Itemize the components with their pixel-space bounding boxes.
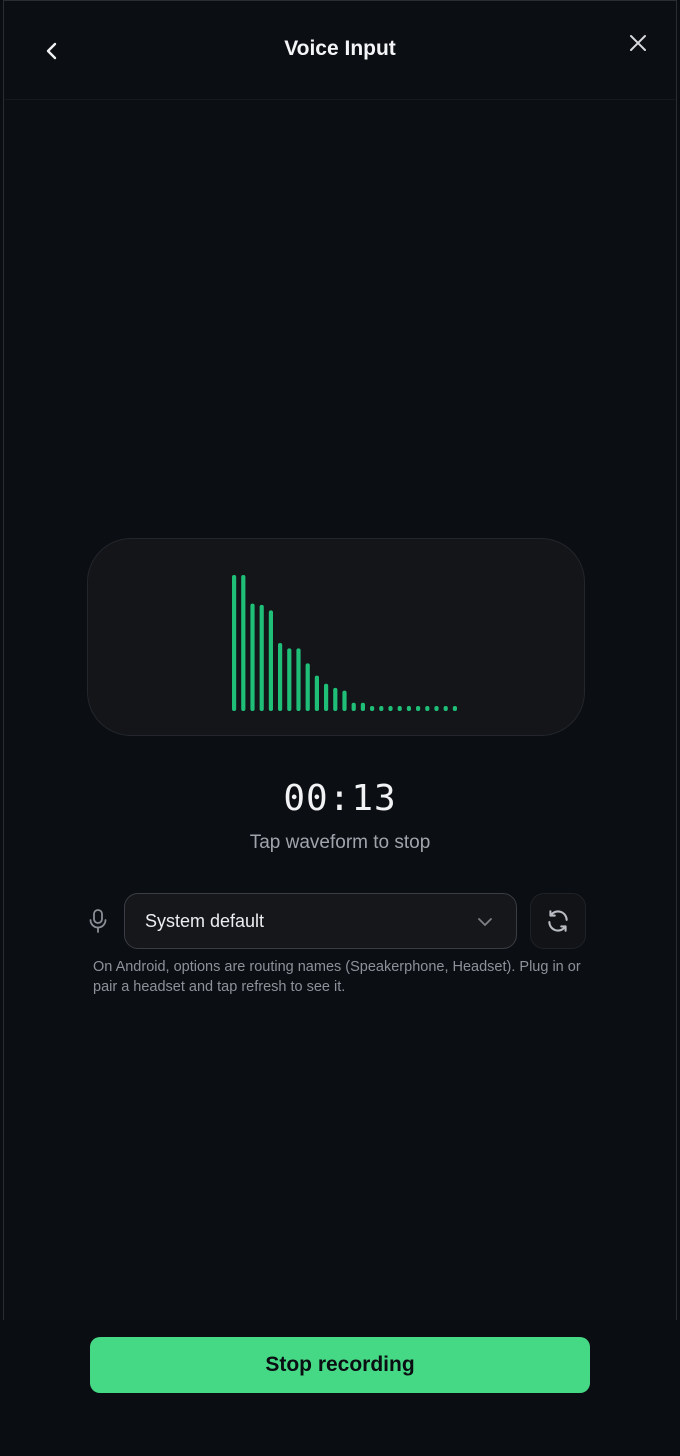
waveform-bar (241, 575, 246, 711)
stop-recording-button[interactable]: Stop recording (90, 1337, 590, 1393)
waveform-bar (324, 683, 329, 711)
waveform-bar (259, 604, 264, 711)
waveform-bar (425, 706, 430, 711)
microphone-icon (89, 909, 107, 933)
waveform-bar (333, 687, 338, 711)
routing-note: On Android, options are routing names (S… (93, 959, 581, 995)
recording-timer: 00:13 (283, 778, 397, 819)
waveform-bar (452, 706, 457, 711)
refresh-icon (548, 910, 568, 932)
waveform[interactable] (88, 539, 586, 737)
waveform-bar (434, 706, 439, 711)
refresh-devices-button[interactable] (530, 893, 586, 949)
waveform-bar (379, 706, 384, 711)
waveform-bar (250, 603, 255, 711)
input-device-select[interactable]: System default (124, 893, 517, 949)
waveform-card[interactable] (87, 538, 585, 736)
waveform-bar (416, 706, 421, 711)
waveform-bar (370, 706, 375, 711)
waveform-bar (232, 575, 237, 711)
page-title: Voice Input (284, 37, 396, 60)
close-button[interactable] (620, 25, 656, 61)
close-icon (630, 35, 646, 51)
waveform-bar (351, 702, 356, 711)
waveform-bar (278, 643, 283, 711)
stop-hint: Tap waveform to stop (249, 832, 431, 853)
chevron-down-icon (478, 918, 492, 926)
waveform-bar (314, 675, 319, 711)
waveform-bar (388, 706, 393, 711)
waveform-bar (296, 648, 301, 711)
waveform-bar (397, 706, 402, 711)
waveform-bar (342, 690, 347, 711)
waveform-bar (305, 663, 310, 711)
selected-device: System default (145, 911, 265, 931)
waveform-bar (360, 702, 365, 711)
waveform-bar (287, 648, 292, 711)
waveform-bar (268, 610, 273, 711)
header: Voice Input (4, 1, 676, 100)
waveform-bar (406, 706, 411, 711)
waveform-bar (443, 706, 448, 711)
